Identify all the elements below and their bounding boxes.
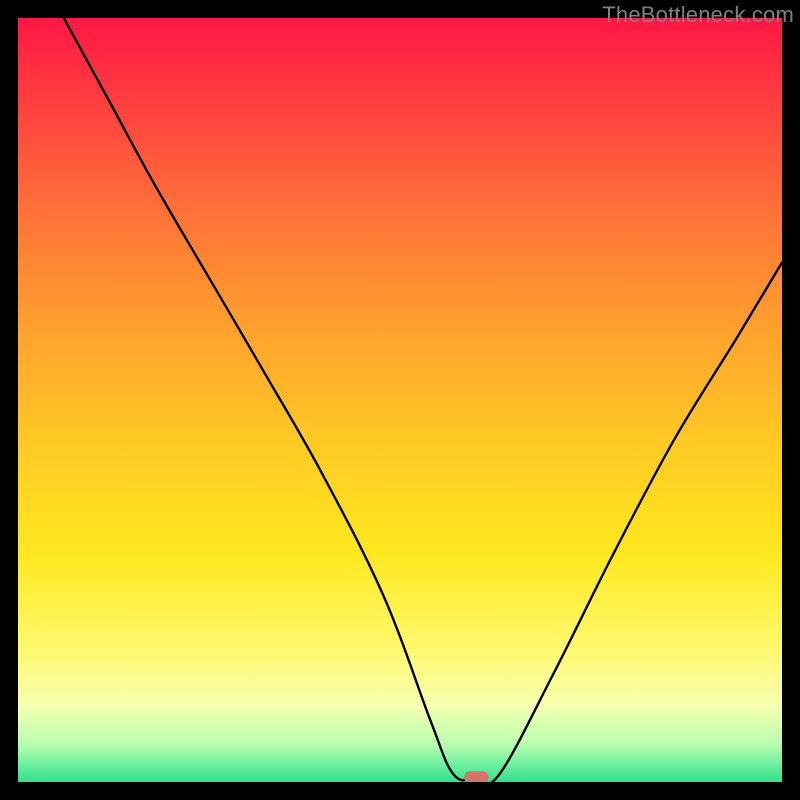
chart-frame: TheBottleneck.com	[0, 0, 800, 800]
watermark-text: TheBottleneck.com	[602, 2, 794, 28]
plot-area	[18, 18, 782, 782]
gradient-background	[18, 18, 782, 782]
optimal-marker	[464, 771, 488, 782]
bottleneck-chart-svg	[18, 18, 782, 782]
